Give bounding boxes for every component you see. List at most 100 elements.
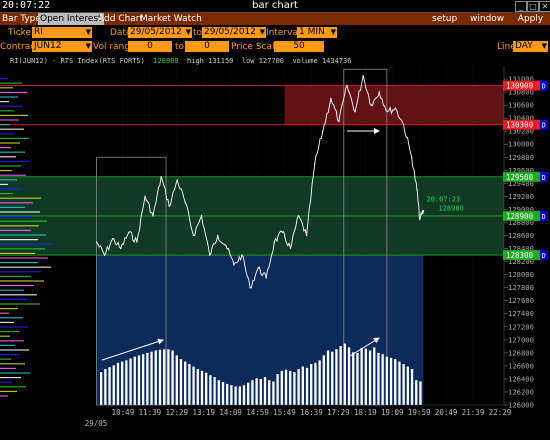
price-point-30 [338, 120, 340, 123]
volume-bar-26 [209, 375, 212, 405]
profile-bar [0, 289, 24, 291]
level-flag-0: D [542, 83, 546, 91]
x-tick-label-11: 19:59 [408, 408, 431, 417]
volume-bar-36 [251, 380, 254, 405]
price-point-7 [152, 215, 154, 217]
volume-bar-53 [322, 355, 325, 405]
y-tick-label-13: 128600 [508, 231, 534, 240]
profile-bar [0, 128, 24, 130]
volume-bar-71 [398, 361, 401, 405]
price-point-18 [241, 254, 243, 256]
volume-bar-4 [116, 362, 120, 405]
volume-bar-72 [402, 364, 405, 405]
profile-bar [0, 308, 18, 310]
y-tick-label-3: 126600 [508, 361, 534, 370]
profile-bar [0, 335, 10, 337]
volume-bar-16 [167, 349, 170, 405]
price-point-17 [233, 264, 235, 266]
volume-bar-1 [104, 369, 107, 405]
price-point-25 [297, 215, 300, 217]
profile-bar [0, 280, 44, 282]
profile-bar [0, 124, 10, 126]
volume-bar-10 [142, 354, 145, 405]
y-tick-label-19: 129800 [508, 153, 534, 162]
y-tick-label-5: 127000 [508, 335, 534, 344]
price-point-22 [273, 241, 275, 243]
volume-bar-76 [419, 381, 422, 405]
price-point-1 [103, 254, 106, 256]
x-tick-label-2: 12:29 [166, 408, 189, 417]
price-point-6 [144, 195, 146, 198]
volume-bar-28 [217, 380, 220, 405]
profile-bar [0, 211, 40, 213]
x-tick-label-1: 11:39 [139, 408, 162, 417]
last-time-label: 20:07:23 [427, 196, 461, 204]
price-point-29 [330, 97, 332, 100]
profile-bar [0, 91, 27, 93]
price-point-27 [313, 163, 316, 165]
profile-bar [0, 243, 53, 245]
profile-bar [0, 220, 47, 222]
profile-bar [0, 234, 46, 236]
level-label-0: 130900 [506, 82, 534, 91]
zone-0 [284, 85, 504, 125]
price-point-41 [419, 218, 421, 220]
x-tick-label-7: 16:39 [300, 408, 323, 417]
volume-bar-15 [163, 349, 166, 405]
x-tick-label-14: 22:29 [489, 408, 512, 417]
volume-bar-49 [305, 367, 309, 405]
level-label-2: 129500 [506, 173, 534, 182]
volume-bar-6 [125, 360, 128, 405]
volume-bar-34 [242, 385, 246, 405]
volume-bar-63 [364, 348, 368, 405]
volume-bar-18 [175, 355, 178, 405]
profile-bar [0, 197, 41, 199]
y-tick-label-2: 126400 [508, 374, 534, 383]
profile-bar [0, 321, 14, 323]
profile-bar [0, 358, 11, 360]
x-tick-label-3: 13:19 [192, 408, 215, 417]
price-point-10 [176, 179, 179, 181]
price-point-33 [362, 75, 364, 77]
price-point-13 [200, 215, 203, 217]
profile-bar [0, 78, 8, 80]
volume-bar-21 [188, 364, 191, 405]
volume-bar-66 [377, 352, 380, 405]
price-point-37 [394, 107, 397, 110]
price-chart[interactable]: 126000 126200 126400 126600 126800 127000 1272… [0, 0, 550, 440]
profile-bar [0, 303, 40, 305]
price-point-5 [136, 241, 138, 243]
volume-bar-64 [368, 350, 372, 405]
volume-bar-35 [247, 382, 250, 405]
price-point-35 [378, 91, 381, 93]
profile-bar [0, 372, 30, 374]
last-price-label: 128980 [439, 205, 464, 213]
volume-bar-23 [196, 369, 199, 405]
price-point-3 [120, 247, 122, 250]
volume-bar-22 [192, 366, 195, 405]
price-point-2 [111, 238, 114, 240]
profile-bar [0, 354, 20, 356]
profile-bar [0, 96, 18, 98]
profile-bar [0, 363, 25, 365]
level-flag-1: D [542, 122, 546, 130]
profile-bar [0, 317, 23, 319]
volume-bar-51 [314, 362, 317, 405]
profile-bar [0, 381, 12, 383]
price-point-31 [346, 84, 348, 87]
profile-bar [0, 183, 8, 185]
date-label: 29/05 [85, 419, 108, 428]
volume-bar-5 [121, 361, 124, 405]
volume-bar-68 [385, 356, 389, 405]
price-point-0 [95, 241, 98, 243]
volume-bar-20 [184, 361, 187, 405]
volume-bar-19 [179, 359, 183, 405]
volume-bar-8 [133, 356, 136, 405]
volume-bar-31 [230, 385, 233, 405]
price-point-24 [289, 247, 292, 250]
price-point-9 [168, 205, 170, 207]
profile-bar [0, 331, 19, 333]
price-point-12 [192, 234, 195, 237]
volume-bar-2 [108, 367, 111, 405]
level-flag-3: D [542, 213, 546, 221]
